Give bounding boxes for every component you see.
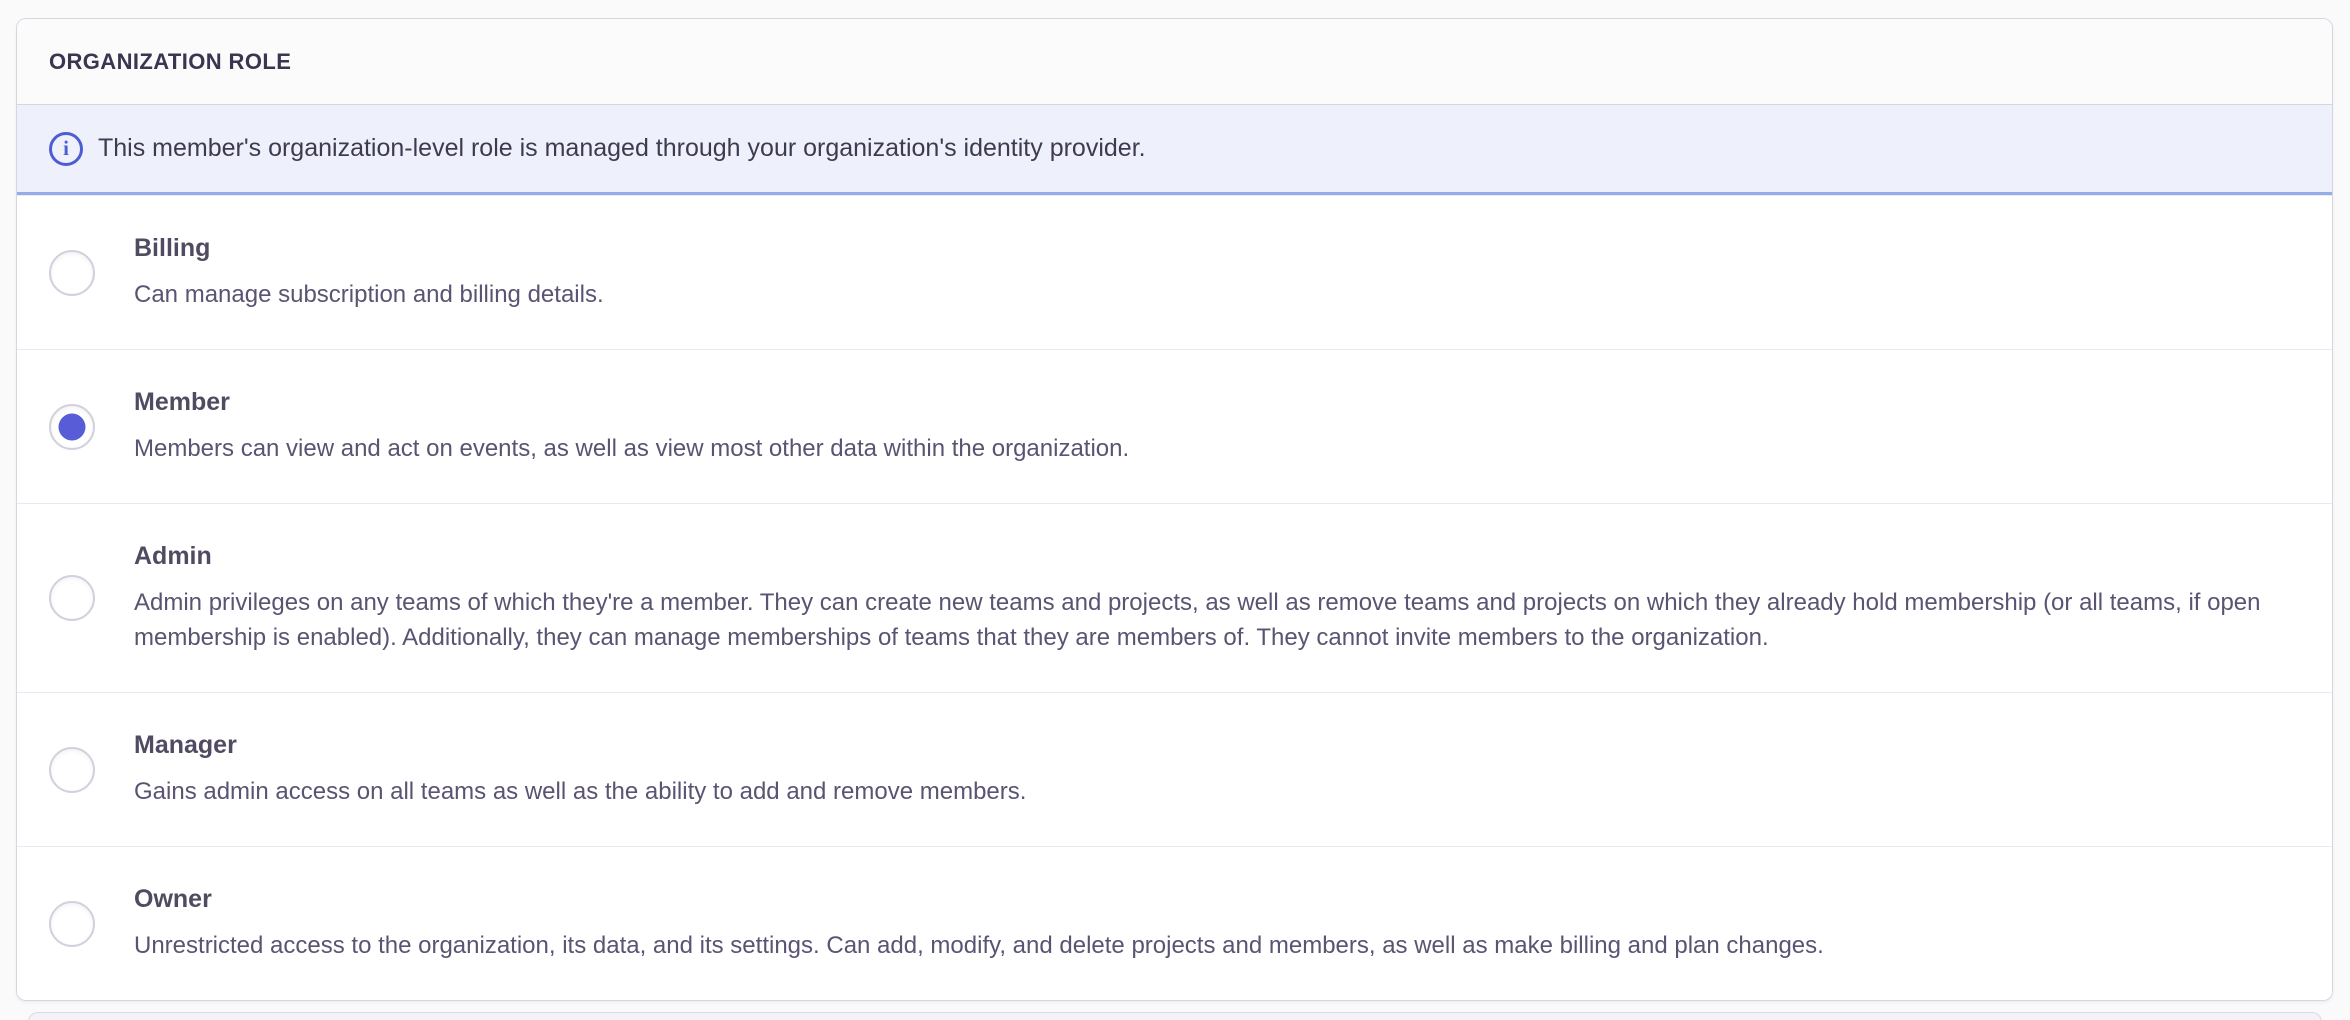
role-label-member: Member [134,387,1129,417]
role-label-billing: Billing [134,233,604,263]
role-row-manager[interactable]: Manager Gains admin access on all teams … [17,692,2332,846]
radio-member[interactable] [49,404,95,450]
role-description-owner: Unrestricted access to the organization,… [134,928,1824,963]
role-label-owner: Owner [134,884,1824,914]
idp-managed-alert: i This member's organization-level role … [17,105,2332,195]
role-row-admin[interactable]: Admin Admin privileges on any teams of w… [17,503,2332,692]
radio-owner[interactable] [49,901,95,947]
radio-manager[interactable] [49,747,95,793]
role-row-owner[interactable]: Owner Unrestricted access to the organiz… [17,846,2332,1000]
panel-header: ORGANIZATION ROLE [17,19,2332,105]
next-card-top-edge [28,1012,2322,1020]
info-icon: i [49,132,83,166]
role-description-admin: Admin privileges on any teams of which t… [134,585,2300,655]
role-row-billing[interactable]: Billing Can manage subscription and bill… [17,195,2332,349]
role-description-billing: Can manage subscription and billing deta… [134,277,604,312]
panel-title: ORGANIZATION ROLE [49,49,291,75]
alert-text: This member's organization-level role is… [98,134,1146,163]
radio-admin[interactable] [49,575,95,621]
role-description-manager: Gains admin access on all teams as well … [134,774,1026,809]
role-row-member[interactable]: Member Members can view and act on event… [17,349,2332,503]
role-label-admin: Admin [134,541,2300,571]
role-description-member: Members can view and act on events, as w… [134,431,1129,466]
role-label-manager: Manager [134,730,1026,760]
organization-role-panel: ORGANIZATION ROLE i This member's organi… [16,18,2333,1001]
radio-billing[interactable] [49,250,95,296]
